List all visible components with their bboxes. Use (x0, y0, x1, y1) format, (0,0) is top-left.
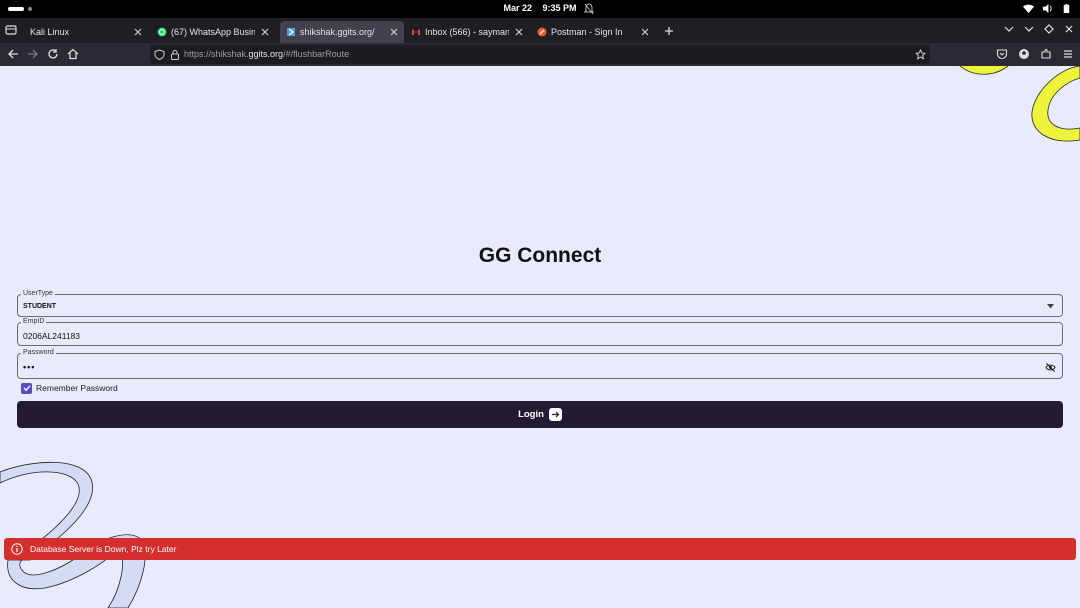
browser-nav-bar: https://shikshak.ggits.org/#/flushbarRou… (0, 43, 1080, 66)
snackbar-message: Database Server is Down, Plz try Later (30, 544, 177, 554)
volume-icon[interactable] (1042, 3, 1053, 14)
tab-shikshak[interactable]: shikshak.ggits.org/ (280, 21, 404, 43)
back-arrow-icon[interactable] (7, 48, 19, 60)
usertype-select[interactable]: UserType STUDENT (17, 289, 1063, 317)
visibility-off-icon[interactable] (1045, 362, 1056, 373)
password-value: ••• (23, 362, 36, 372)
site-icon (287, 28, 295, 36)
url-bar[interactable]: https://shikshak.ggits.org/#/flushbarRou… (150, 45, 930, 64)
home-icon[interactable] (67, 48, 79, 60)
url-text[interactable]: https://shikshak.ggits.org/#/flushbarRou… (184, 49, 349, 59)
forward-arrow-icon[interactable] (27, 48, 39, 60)
list-all-tabs-chevron-icon[interactable] (1004, 24, 1014, 34)
system-time: 9:35 PM (542, 3, 577, 13)
tab-title: (67) WhatsApp Business (171, 27, 255, 37)
tab-title: Postman - Sign In (551, 27, 623, 37)
system-top-bar: Mar 22 9:35 PM (0, 0, 1080, 18)
remember-password-checkbox[interactable] (21, 382, 32, 394)
extensions-icon[interactable] (1040, 48, 1052, 60)
tab-gmail[interactable]: Inbox (566) - sayman.lal.a (405, 21, 529, 43)
system-clock[interactable]: Mar 22 9:35 PM (0, 3, 1080, 13)
login-button[interactable]: Login (17, 401, 1063, 428)
close-tab-icon[interactable] (390, 28, 398, 36)
page-title: GG Connect (478, 244, 602, 267)
whatsapp-icon (157, 27, 167, 37)
tab-whatsapp[interactable]: (67) WhatsApp Business (151, 21, 275, 43)
window-restore-icon[interactable] (1044, 24, 1054, 34)
account-icon[interactable] (1018, 48, 1030, 60)
tab-kali-linux[interactable]: Kali Linux (24, 21, 148, 43)
bookmark-star-icon[interactable] (915, 49, 926, 60)
usertype-label: UserType (21, 289, 55, 299)
postman-icon (537, 27, 547, 37)
remember-password-row[interactable]: Remember Password (21, 382, 118, 394)
checkmark-icon (23, 385, 31, 392)
window-close-icon[interactable] (1064, 24, 1074, 34)
url-prefix: https://shikshak. (184, 49, 249, 59)
tab-title: Kali Linux (30, 27, 70, 37)
tab-title: shikshak.ggits.org/ (300, 27, 375, 37)
pocket-icon[interactable] (996, 48, 1008, 60)
close-tab-icon[interactable] (515, 28, 523, 36)
wifi-icon[interactable] (1023, 3, 1034, 14)
tab-postman[interactable]: Postman - Sign In (531, 21, 655, 43)
error-snackbar: Database Server is Down, Plz try Later (4, 538, 1076, 560)
dropdown-caret-icon[interactable] (1047, 304, 1054, 309)
password-field[interactable]: Password ••• (17, 348, 1063, 379)
firefox-view-icon[interactable] (4, 23, 18, 37)
battery-icon[interactable] (1061, 3, 1072, 14)
usertype-value: STUDENT (23, 303, 57, 310)
close-tab-icon[interactable] (641, 28, 649, 36)
notifications-off-icon (584, 3, 594, 15)
window-minimize-chevron-icon[interactable] (1024, 24, 1034, 34)
empid-field[interactable]: EmpID 0206AL241183 (17, 317, 1063, 346)
close-tab-icon[interactable] (134, 28, 142, 36)
browser-tab-strip: Kali Linux (67) WhatsApp Business shiksh… (0, 18, 1080, 43)
reload-icon[interactable] (47, 48, 59, 60)
system-date: Mar 22 (503, 3, 532, 13)
close-tab-icon[interactable] (261, 28, 269, 36)
tracking-protection-shield-icon[interactable] (154, 49, 165, 60)
menu-hamburger-icon[interactable] (1062, 48, 1074, 60)
new-tab-plus-icon[interactable] (664, 26, 674, 36)
password-label: Password (21, 348, 56, 358)
remember-password-label: Remember Password (36, 383, 118, 393)
gmail-icon (412, 29, 420, 35)
tab-title: Inbox (566) - sayman.lal.a (425, 27, 509, 37)
url-domain: ggits.org (248, 49, 284, 59)
url-suffix: /#/flushbarRoute (283, 49, 350, 59)
lock-icon[interactable] (170, 49, 180, 60)
login-arrow-icon (548, 408, 562, 421)
empid-label: EmpID (21, 317, 47, 327)
login-button-label: Login (518, 409, 544, 420)
info-circle-icon (11, 543, 23, 555)
empid-value: 0206AL241183 (23, 331, 81, 341)
